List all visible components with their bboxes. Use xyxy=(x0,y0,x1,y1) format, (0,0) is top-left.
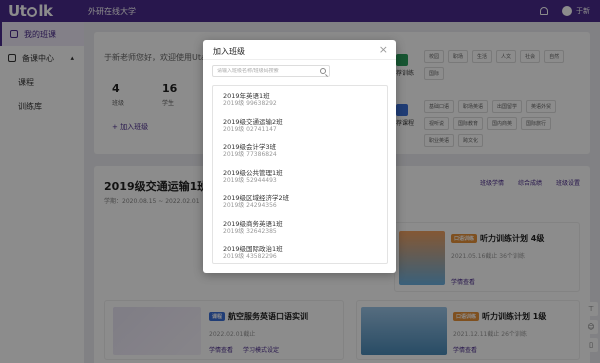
class-list[interactable]: 2019年英语1班 2019级 99638292 2019级交通运输2班 201… xyxy=(212,85,388,264)
class-search-box xyxy=(212,65,330,77)
class-list-item[interactable]: 2019年英语1班 2019级 99638292 xyxy=(223,86,387,112)
search-icon[interactable] xyxy=(320,68,326,74)
class-list-item[interactable]: 2019级会计学3班 2019级 77386824 xyxy=(223,137,387,163)
divider xyxy=(203,59,396,60)
class-code: 2019级 77386824 xyxy=(223,151,277,158)
class-name: 2019级商务英语1班 xyxy=(223,219,283,228)
class-code: 2019级 02741147 xyxy=(223,125,277,133)
class-list-item[interactable]: 2019级区域经济学2班 2019级 24294356 xyxy=(223,188,387,214)
class-code: 2019级 24294356 xyxy=(223,202,277,209)
class-list-item[interactable]: 2019级交通运输2班 2019级 02741147 xyxy=(223,112,387,138)
class-name: 2019级国际政治1班 xyxy=(223,245,283,253)
class-search-input[interactable] xyxy=(217,68,317,74)
class-code: 2019级 99638292 xyxy=(223,100,277,107)
class-name: 2019年英语1班 xyxy=(223,92,270,100)
class-list-item[interactable]: 2019级国际政治1班 2019级 43582296 xyxy=(223,239,387,263)
class-list-item[interactable]: 2019级公共管理1班 2019级 52944493 xyxy=(223,163,387,189)
class-name: 2019级会计学3班 xyxy=(223,143,277,151)
dialog-title: 加入班级 xyxy=(213,47,245,56)
class-list-item[interactable]: 2019级商务英语1班 2019级 32642385 xyxy=(223,214,387,240)
class-name: 2019级交通运输2班 xyxy=(223,117,283,126)
class-name: 2019级公共管理1班 xyxy=(223,168,283,177)
close-icon[interactable]: × xyxy=(379,43,388,56)
class-code: 2019级 52944493 xyxy=(223,176,277,184)
join-class-dialog: 加入班级 × 2019年英语1班 2019级 99638292 2019级交通运… xyxy=(203,40,396,273)
class-code: 2019级 32642385 xyxy=(223,227,277,235)
class-name: 2019级区域经济学2班 xyxy=(223,194,290,202)
class-code: 2019级 43582296 xyxy=(223,253,277,260)
